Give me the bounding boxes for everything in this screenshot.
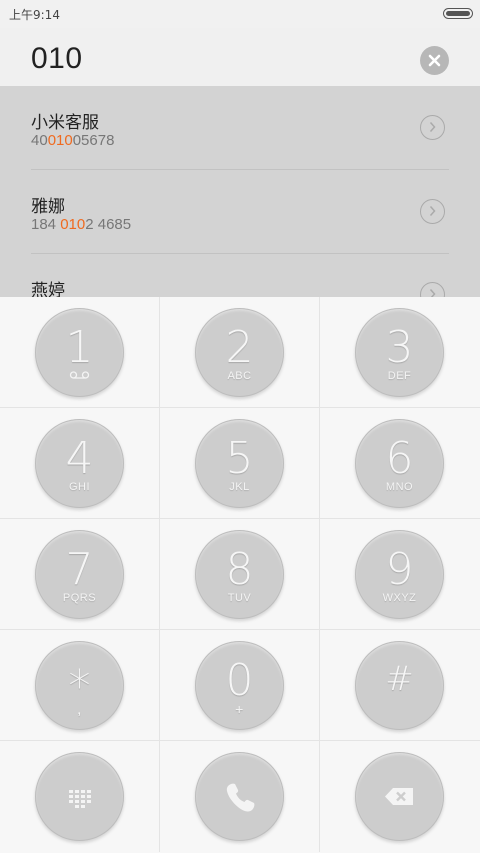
key-8[interactable]: 8 TUV <box>195 530 284 619</box>
key-digit: 2 <box>225 322 254 373</box>
contact-name: 燕婷 <box>31 281 65 297</box>
contact-results-list: 小米客服 4001005678 雅娜 184 0102 4685 燕婷 <box>0 86 480 297</box>
phone-call-icon <box>226 783 255 812</box>
key-digit: 8 <box>225 544 254 595</box>
key-cell: 4 GHI <box>0 408 160 519</box>
key-digit: 6 <box>385 433 414 484</box>
match-highlight: 010 <box>60 216 86 233</box>
dial-input-bar: 010 <box>0 28 480 86</box>
key-3[interactable]: 3 DEF <box>355 308 444 397</box>
chevron-right-icon <box>429 122 436 132</box>
contact-number: 184 0102 4685 <box>31 216 132 233</box>
backspace-icon <box>385 788 413 805</box>
battery-icon <box>443 8 473 19</box>
key-cell: * , <box>0 630 160 741</box>
key-0[interactable]: 0 + <box>195 641 284 730</box>
key-letters: DEF <box>387 370 412 382</box>
call-button[interactable] <box>195 752 284 841</box>
key-6[interactable]: 6 MNO <box>355 419 444 508</box>
key-cell: # <box>320 630 480 741</box>
key-cell: 9 WXYZ <box>320 519 480 630</box>
key-digit: 3 <box>385 322 414 373</box>
status-bar: 上午9:14 <box>0 0 480 28</box>
voicemail-icon <box>69 371 90 379</box>
key-cell: 2 ABC <box>160 297 320 408</box>
key-letters: JKL <box>229 481 250 493</box>
close-icon <box>428 54 441 67</box>
key-cell <box>160 741 320 852</box>
key-letters: TUV <box>227 592 252 604</box>
backspace-button[interactable] <box>355 752 444 841</box>
key-cell: 3 DEF <box>320 297 480 408</box>
key-cell: 6 MNO <box>320 408 480 519</box>
contact-detail-button[interactable] <box>420 115 445 140</box>
key-digit: # <box>385 659 414 699</box>
key-letters: GHI <box>68 481 91 493</box>
contact-detail-button[interactable] <box>420 199 445 224</box>
hide-keypad-button[interactable] <box>35 752 124 841</box>
contact-result-item[interactable]: 雅娜 184 0102 4685 <box>0 170 480 254</box>
key-5[interactable]: 5 JKL <box>195 419 284 508</box>
contact-detail-button[interactable] <box>420 282 445 297</box>
key-cell: 5 JKL <box>160 408 320 519</box>
status-time: 上午9:14 <box>9 8 60 22</box>
key-1[interactable]: 1 <box>35 308 124 397</box>
key-letters: PQRS <box>62 592 97 604</box>
key-digit: 7 <box>65 544 94 595</box>
key-digit: 9 <box>385 544 414 595</box>
match-highlight: 010 <box>47 132 73 149</box>
key-4[interactable]: 4 GHI <box>35 419 124 508</box>
chevron-right-icon <box>429 289 436 297</box>
key-letters: WXYZ <box>382 592 417 604</box>
key-digit: 4 <box>65 433 94 484</box>
dialed-number-input[interactable]: 010 <box>31 42 83 76</box>
contact-number: 4001005678 <box>31 132 115 149</box>
contact-result-item[interactable]: 小米客服 4001005678 <box>0 86 480 170</box>
contact-result-item[interactable]: 燕婷 <box>0 254 480 297</box>
key-digit: 5 <box>225 433 254 484</box>
key-letters: + <box>235 701 244 717</box>
key-letters: MNO <box>385 481 414 493</box>
key-cell: 1 <box>0 297 160 408</box>
dial-keypad: 1 2 ABC 3 DEF 4 GHI 5 JKL 6 MNO 7 PQRS 8… <box>0 297 480 853</box>
key-7[interactable]: 7 PQRS <box>35 530 124 619</box>
key-cell: 0 + <box>160 630 320 741</box>
key-cell <box>320 741 480 852</box>
key-letters: ABC <box>227 370 252 382</box>
key-star[interactable]: * , <box>35 641 124 730</box>
chevron-right-icon <box>429 206 436 216</box>
contact-name: 小米客服 <box>31 113 99 133</box>
key-cell: 7 PQRS <box>0 519 160 630</box>
key-cell: 8 TUV <box>160 519 320 630</box>
key-hash[interactable]: # <box>355 641 444 730</box>
dialpad-icon <box>69 790 91 808</box>
clear-input-button[interactable] <box>420 46 449 75</box>
key-digit: 0 <box>225 655 254 706</box>
key-cell <box>0 741 160 852</box>
key-2[interactable]: 2 ABC <box>195 308 284 397</box>
key-letters: , <box>77 701 82 718</box>
contact-name: 雅娜 <box>31 197 65 217</box>
key-9[interactable]: 9 WXYZ <box>355 530 444 619</box>
